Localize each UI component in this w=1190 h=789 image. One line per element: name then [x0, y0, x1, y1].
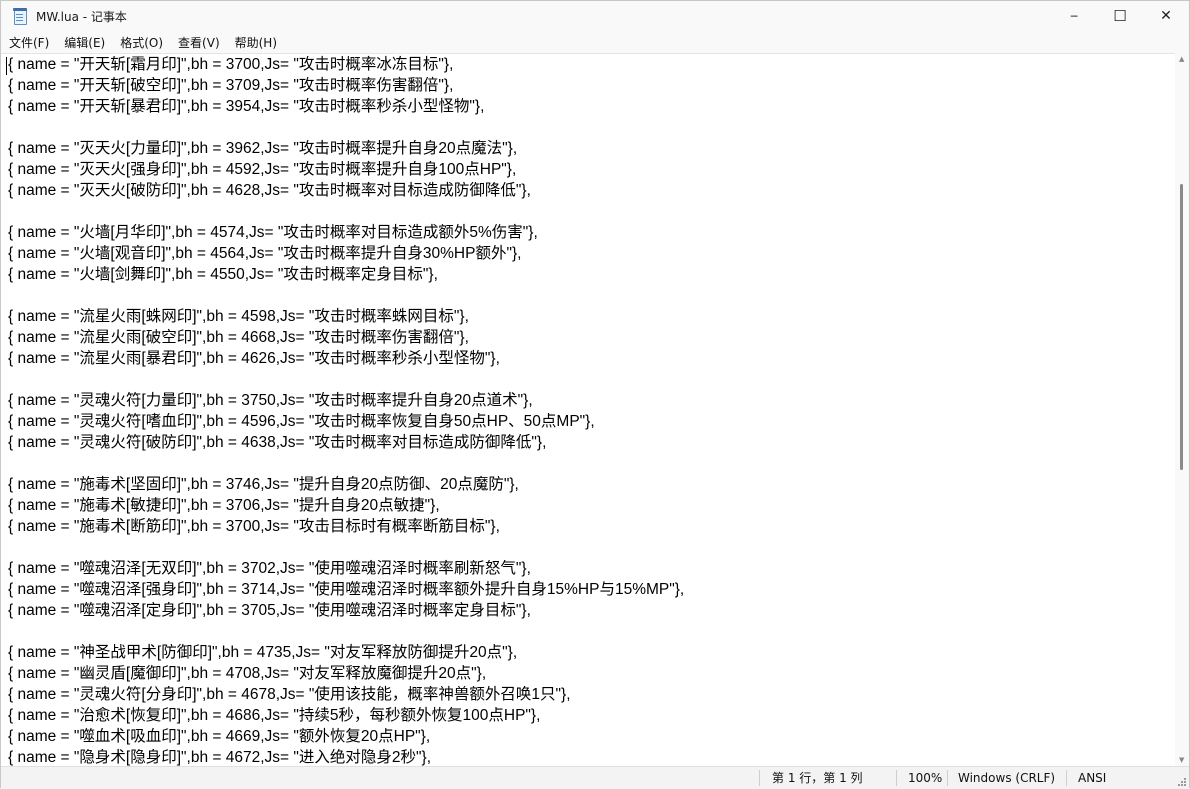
text-line: { name = "火墙[月华印]",bh = 4574,Js= "攻击时概率对… — [8, 224, 538, 241]
text-line: { name = "隐身术[隐身印]",bh = 4672,Js= "进入绝对隐… — [8, 749, 432, 766]
text-line: { name = "灵魂火符[分身印]",bh = 4678,Js= "使用该技… — [8, 686, 571, 703]
close-icon: ✕ — [1160, 8, 1172, 24]
text-line: { name = "开天斩[破空印]",bh = 3709,Js= "攻击时概率… — [8, 77, 454, 94]
minimize-icon: ─ — [1070, 9, 1078, 23]
text-line: { name = "神圣战甲术[防御印]",bh = 4735,Js= "对友军… — [8, 644, 518, 661]
menu-help[interactable]: 帮助(H) — [228, 34, 284, 51]
maximize-button[interactable]: ☐ — [1097, 1, 1143, 31]
text-line: { name = "灵魂火符[力量印]",bh = 3750,Js= "攻击时概… — [8, 392, 533, 409]
text-line: { name = "火墙[观音印]",bh = 4564,Js= "攻击时概率提… — [8, 245, 522, 262]
text-line: { name = "噬血术[吸血印]",bh = 4669,Js= "额外恢复2… — [8, 728, 431, 745]
text-line: { name = "幽灵盾[魔御印]",bh = 4708,Js= "对友军释放… — [8, 665, 487, 682]
status-separator — [947, 770, 948, 786]
text-line: { name = "灵魂火符[破防印]",bh = 4638,Js= "攻击时概… — [8, 434, 547, 451]
scroll-down-arrow-icon[interactable]: ▼ — [1179, 756, 1184, 764]
text-line: { name = "流星火雨[蛛网印]",bh = 4598,Js= "攻击时概… — [8, 308, 469, 325]
text-line: { name = "施毒术[断筋印]",bh = 3700,Js= "攻击目标时… — [8, 518, 500, 535]
text-line: { name = "火墙[剑舞印]",bh = 4550,Js= "攻击时概率定… — [8, 266, 438, 283]
encoding: ANSI — [1078, 771, 1107, 785]
close-button[interactable]: ✕ — [1143, 1, 1189, 31]
text-line: { name = "施毒术[坚固印]",bh = 3746,Js= "提升自身2… — [8, 476, 519, 493]
text-line: { name = "灭天火[破防印]",bh = 4628,Js= "攻击时概率… — [8, 182, 531, 199]
status-bar: 第 1 行，第 1 列 100% Windows (CRLF) ANSI — [1, 766, 1189, 789]
text-caret — [6, 57, 7, 75]
text-line: { name = "开天斩[暴君印]",bh = 3954,Js= "攻击时概率… — [8, 98, 485, 115]
zoom-level: 100% — [908, 771, 943, 785]
maximize-icon: ☐ — [1113, 7, 1127, 25]
scroll-up-arrow-icon[interactable]: ▲ — [1179, 55, 1184, 63]
text-line: { name = "噬魂沼泽[强身印]",bh = 3714,Js= "使用噬魂… — [8, 581, 685, 598]
status-separator — [759, 770, 760, 786]
status-separator — [896, 770, 897, 786]
menu-bar: 文件(F) 编辑(E) 格式(O) 查看(V) 帮助(H) — [1, 31, 1189, 53]
text-line: { name = "噬魂沼泽[无双印]",bh = 3702,Js= "使用噬魂… — [8, 560, 531, 577]
window-title: MW.lua - 记事本 — [36, 9, 127, 24]
menu-view[interactable]: 查看(V) — [171, 34, 227, 51]
line-ending: Windows (CRLF) — [958, 771, 1056, 785]
text-editor[interactable]: { name = "开天斩[霜月印]",bh = 3700,Js= "攻击时概率… — [1, 53, 1175, 767]
minimize-button[interactable]: ─ — [1051, 1, 1097, 31]
text-line: { name = "治愈术[恢复印]",bh = 4686,Js= "持续5秒，… — [8, 707, 541, 724]
text-line: { name = "开天斩[霜月印]",bh = 3700,Js= "攻击时概率… — [8, 56, 454, 73]
resize-grip-icon[interactable] — [1176, 776, 1186, 786]
text-line: { name = "施毒术[敏捷印]",bh = 3706,Js= "提升自身2… — [8, 497, 440, 514]
notepad-window: MW.lua - 记事本 ─ ☐ ✕ 文件(F) 编辑(E) 格式(O) 查看(… — [0, 0, 1190, 789]
text-line: { name = "灭天火[强身印]",bh = 4592,Js= "攻击时概率… — [8, 161, 517, 178]
menu-edit[interactable]: 编辑(E) — [57, 34, 112, 51]
vertical-scrollbar[interactable]: ▲ ▼ — [1175, 53, 1189, 766]
title-bar[interactable]: MW.lua - 记事本 ─ ☐ ✕ — [1, 1, 1189, 31]
text-line: { name = "流星火雨[暴君印]",bh = 4626,Js= "攻击时概… — [8, 350, 500, 367]
text-line: { name = "灵魂火符[嗜血印]",bh = 4596,Js= "攻击时概… — [8, 413, 595, 430]
scrollbar-thumb[interactable] — [1180, 184, 1183, 470]
text-line: { name = "噬魂沼泽[定身印]",bh = 3705,Js= "使用噬魂… — [8, 602, 531, 619]
menu-file[interactable]: 文件(F) — [2, 34, 56, 51]
text-line: { name = "灭天火[力量印]",bh = 3962,Js= "攻击时概率… — [8, 140, 518, 157]
text-line: { name = "流星火雨[破空印]",bh = 4668,Js= "攻击时概… — [8, 329, 469, 346]
menu-format[interactable]: 格式(O) — [113, 34, 170, 51]
notepad-app-icon[interactable] — [12, 8, 28, 25]
window-controls: ─ ☐ ✕ — [1051, 1, 1189, 31]
cursor-position: 第 1 行，第 1 列 — [772, 771, 863, 785]
status-separator — [1066, 770, 1067, 786]
